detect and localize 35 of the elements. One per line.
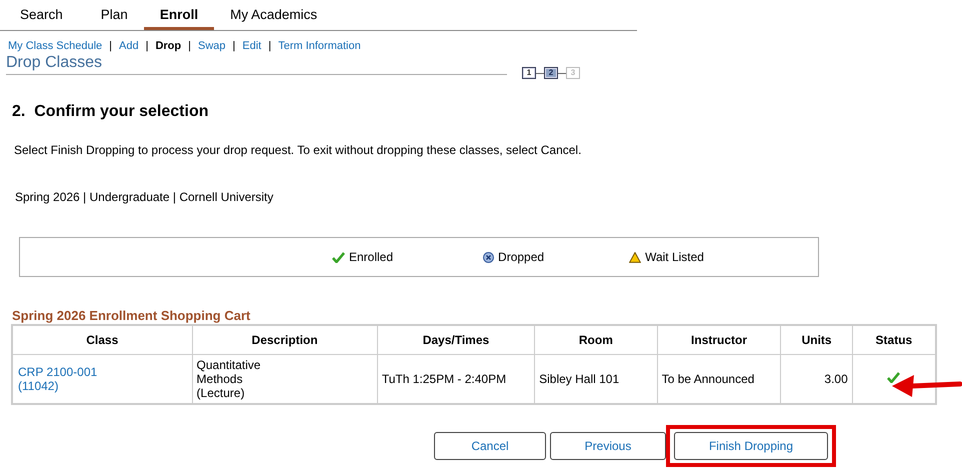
column-header: Units <box>780 325 852 354</box>
subnav-link[interactable]: Swap <box>198 40 226 52</box>
step-indicator: 1 <box>522 67 536 79</box>
legend-label: Enrolled <box>349 250 394 264</box>
legend-label: Dropped <box>498 250 544 264</box>
nav-tab[interactable]: My Academics <box>214 0 334 30</box>
column-header: Class <box>12 325 192 354</box>
term-text: Spring 2026 | Undergraduate | Cornell University <box>14 190 274 204</box>
subnav-link[interactable]: Edit <box>242 40 262 52</box>
page-title: Drop Classes <box>6 54 507 75</box>
column-header: Room <box>534 325 658 354</box>
subnav-link[interactable]: Term Information <box>278 40 361 52</box>
subnav-link[interactable]: Drop <box>155 40 182 52</box>
legend-label: Wait Listed <box>645 250 704 264</box>
step-indicator: 3 <box>566 67 580 79</box>
separator: | <box>188 40 191 52</box>
separator: | <box>109 40 112 52</box>
action-button[interactable]: Previous <box>550 432 666 460</box>
step-indicator: 2 <box>544 67 558 79</box>
nav-tab[interactable]: Search <box>4 0 79 30</box>
separator: | <box>232 40 236 52</box>
nav-tab[interactable]: Plan <box>84 0 144 30</box>
separator: | <box>268 40 272 52</box>
action-button[interactable]: Cancel <box>434 432 546 460</box>
cart-title: Spring 2026 Enrollment Shopping Cart <box>12 308 252 323</box>
subnav-link[interactable]: My Class Schedule <box>8 40 102 52</box>
column-header: Instructor <box>657 325 781 354</box>
step-heading: 2. Confirm your selection <box>12 103 210 121</box>
nav-tab[interactable]: Enroll <box>144 0 214 30</box>
column-header: Description <box>192 325 378 354</box>
column-header: Days/Times <box>377 325 535 354</box>
subnav-link[interactable]: Add <box>119 40 139 52</box>
instructions-text: Select Finish Dropping to process your drop request. To exit without dropping these classes, select Cancel. <box>13 143 582 157</box>
action-button[interactable]: Finish Dropping <box>674 432 828 460</box>
separator: | <box>146 40 148 52</box>
